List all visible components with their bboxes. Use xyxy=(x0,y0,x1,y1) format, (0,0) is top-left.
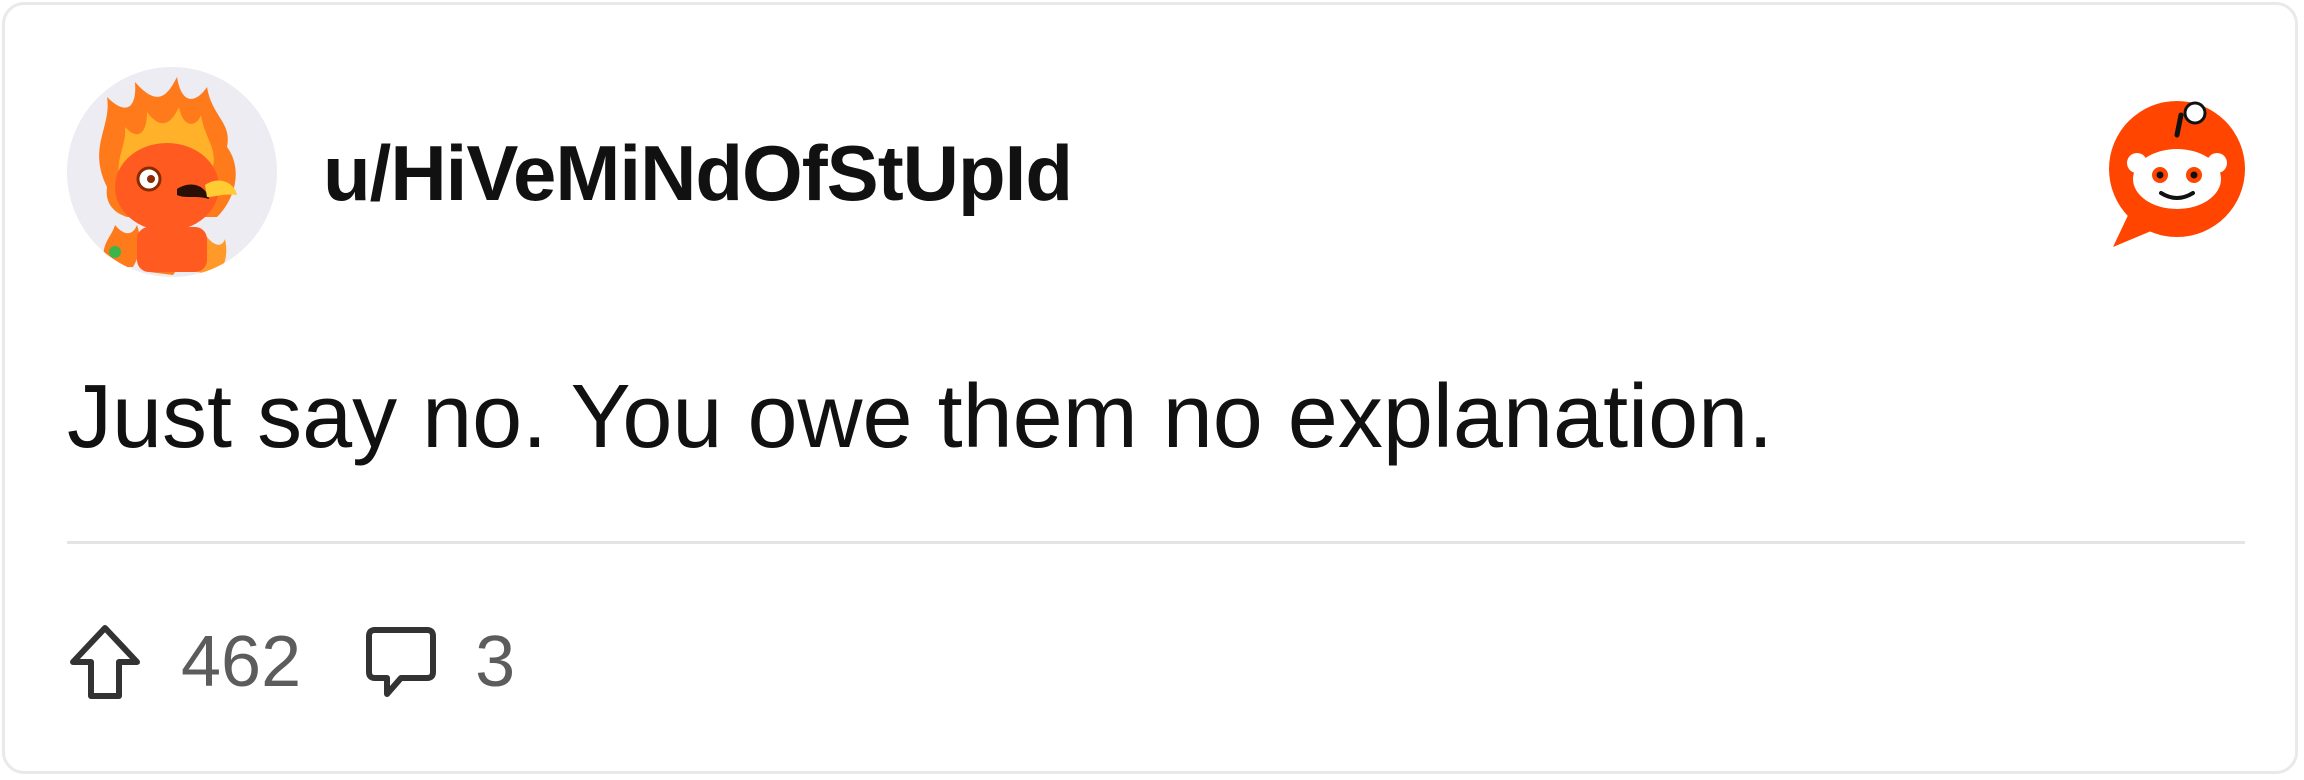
fire-avatar-icon xyxy=(99,77,237,275)
divider xyxy=(67,541,2245,544)
post-card: u/HiVeMiNdOfStUpId Just say no. You owe … xyxy=(2,2,2298,774)
comment-bubble-icon[interactable] xyxy=(363,622,439,702)
reddit-logo-icon xyxy=(2101,97,2251,247)
upvote-count: 462 xyxy=(181,622,302,702)
post-actions: 462 3 xyxy=(67,617,515,707)
username[interactable]: u/HiVeMiNdOfStUpId xyxy=(323,127,1073,219)
upvote-arrow-icon[interactable] xyxy=(67,622,143,702)
avatar[interactable] xyxy=(67,67,277,277)
comment-text: Just say no. You owe them no explanation… xyxy=(67,367,1774,467)
comment-count: 3 xyxy=(475,622,516,702)
